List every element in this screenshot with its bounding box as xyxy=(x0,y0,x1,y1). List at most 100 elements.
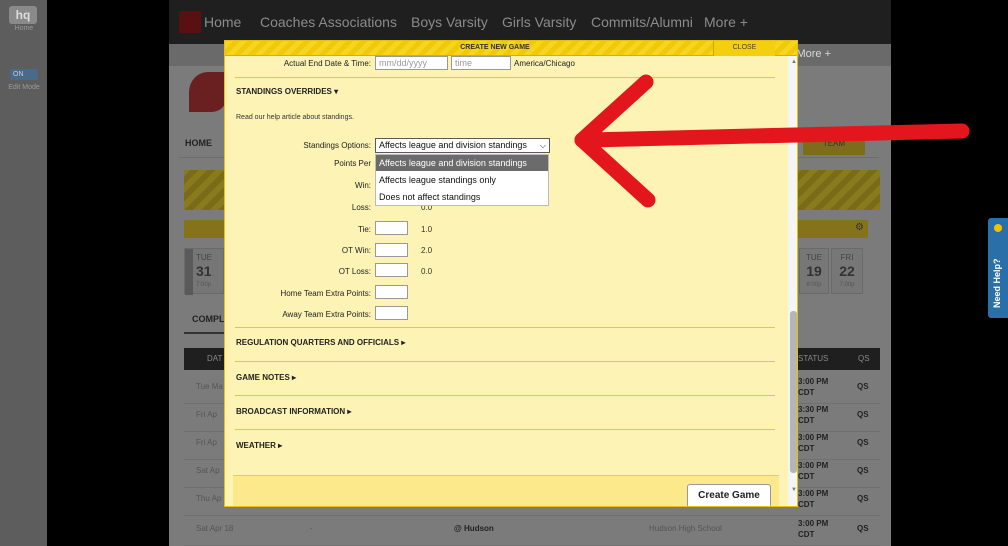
date-card-dow: FRI xyxy=(840,253,854,262)
row-dash: - xyxy=(310,524,313,533)
subnav-more[interactable]: More + xyxy=(796,48,831,60)
date-card-strip xyxy=(185,249,193,295)
row-qs[interactable]: QS xyxy=(857,382,869,391)
date-card[interactable]: TUE 19 8:00p xyxy=(799,248,829,294)
row-qs[interactable]: QS xyxy=(857,410,869,419)
nav-more[interactable]: More + xyxy=(704,14,748,30)
home-link[interactable]: HOME xyxy=(185,138,212,148)
admin-rail: hq Home ON Edit Mode xyxy=(0,0,47,546)
edit-mode-toggle[interactable]: ON xyxy=(10,69,38,80)
date-card-day: 19 xyxy=(806,263,822,279)
standings-options-select[interactable]: Affects league and division standings ⌵ xyxy=(375,138,550,153)
team-logo xyxy=(189,72,227,112)
table-row[interactable]: Sat Apr 18 - @ Hudson Hudson High School… xyxy=(184,512,880,546)
top-nav: Home Coaches Associations Boys Varsity G… xyxy=(169,0,891,44)
row-date: Thu Ap xyxy=(196,494,222,503)
date-card-day: 31 xyxy=(196,263,212,279)
tab-completed[interactable]: COMPL xyxy=(192,314,225,324)
ot-win-value: 2.0 xyxy=(421,246,433,255)
row-status: 3:00 PM CDT xyxy=(798,433,829,453)
hq-logo[interactable]: hq xyxy=(9,6,37,24)
row-qs[interactable]: QS xyxy=(857,494,869,503)
end-date-input[interactable]: mm/dd/yyyy xyxy=(375,56,448,70)
home-extra-label: Home Team Extra Points: xyxy=(280,289,371,298)
divider xyxy=(235,327,775,328)
nav-girls-varsity[interactable]: Girls Varsity xyxy=(502,14,576,30)
nav-home[interactable]: Home xyxy=(204,14,241,30)
modal-title: CREATE NEW GAME xyxy=(460,44,530,51)
nav-boys-varsity[interactable]: Boys Varsity xyxy=(411,14,488,30)
standings-options-dropdown: Affects league and division standings Af… xyxy=(375,154,549,206)
row-date: Tue Ma xyxy=(196,382,223,391)
ot-loss-input[interactable] xyxy=(375,263,408,277)
date-card-left[interactable]: TUE 31 7:00p xyxy=(184,248,224,295)
end-date-label: Actual End Date & Time: xyxy=(283,59,371,68)
col-status: STATUS xyxy=(798,354,829,363)
need-help-label: Need Help? xyxy=(992,258,1002,308)
row-qs[interactable]: QS xyxy=(857,438,869,447)
create-game-button[interactable]: Create Game xyxy=(687,484,771,506)
row-qs[interactable]: QS xyxy=(857,466,869,475)
ot-loss-label: OT Loss: xyxy=(338,267,371,276)
row-status: 3:00 PM CDT xyxy=(798,489,829,509)
row-date: Fri Ap xyxy=(196,410,217,419)
regulation-quarters-toggle[interactable]: REGULATION QUARTERS AND OFFICIALS ▸ xyxy=(236,338,405,347)
row-date: Fri Ap xyxy=(196,438,217,447)
standings-help-link[interactable]: Read our help article about standings. xyxy=(236,114,354,121)
close-button[interactable]: CLOSE xyxy=(713,41,775,56)
row-opponent[interactable]: @ Hudson xyxy=(454,524,494,533)
date-card-dow: TUE xyxy=(806,253,822,262)
need-help-tab[interactable]: Need Help? xyxy=(988,218,1008,318)
win-label: Win: xyxy=(355,181,371,190)
end-time-input[interactable]: time xyxy=(451,56,511,70)
away-extra-label: Away Team Extra Points: xyxy=(282,310,371,319)
date-card-time: 8:00p xyxy=(806,282,822,288)
hand-icon xyxy=(994,224,1002,232)
row-date: Sat Ap xyxy=(196,466,220,475)
modal-header: CREATE NEW GAME CLOSE xyxy=(225,41,797,56)
tie-input[interactable] xyxy=(375,221,408,235)
scroll-up-icon[interactable]: ▲ xyxy=(791,59,797,65)
points-per-label: Points Per xyxy=(334,159,371,168)
option-no-standings[interactable]: Does not affect standings xyxy=(376,189,548,205)
chevron-down-icon: ⌵ xyxy=(539,141,546,150)
row-status: 3:00 PM CDT xyxy=(798,461,829,481)
row-status: 3:00 PM CDT xyxy=(798,377,829,397)
row-location: Hudson High School xyxy=(649,524,722,533)
gear-icon[interactable]: ⚙ xyxy=(855,222,865,234)
option-league-division[interactable]: Affects league and division standings xyxy=(376,155,548,171)
weather-toggle[interactable]: WEATHER ▸ xyxy=(236,441,282,450)
col-date: DAT xyxy=(207,354,223,363)
timezone-label: America/Chicago xyxy=(514,59,575,68)
row-qs[interactable]: QS xyxy=(857,524,869,533)
date-card-time: 7:00p xyxy=(839,282,855,288)
row-date: Sat Apr 18 xyxy=(196,524,234,533)
standings-options-label: Standings Options: xyxy=(303,141,371,150)
broadcast-information-toggle[interactable]: BROADCAST INFORMATION ▸ xyxy=(236,407,351,416)
school-crest-icon xyxy=(179,11,201,33)
option-league-only[interactable]: Affects league standings only xyxy=(376,172,548,188)
ot-loss-value: 0.0 xyxy=(421,267,433,276)
row-status: 3:30 PM CDT xyxy=(798,405,829,425)
date-card[interactable]: FRI 22 7:00p xyxy=(831,248,863,294)
divider xyxy=(235,77,775,78)
row-status: 3:00 PM CDT xyxy=(798,519,829,539)
select-value: Affects league and division standings xyxy=(379,140,527,150)
home-extra-input[interactable] xyxy=(375,285,408,299)
hq-home-label: Home xyxy=(14,25,34,32)
nav-coaches-associations[interactable]: Coaches Associations xyxy=(260,14,397,30)
divider xyxy=(235,361,775,362)
away-extra-input[interactable] xyxy=(375,306,408,320)
ot-win-input[interactable] xyxy=(375,243,408,257)
ot-win-label: OT Win: xyxy=(341,246,371,255)
scroll-thumb[interactable] xyxy=(790,311,797,473)
scroll-down-icon[interactable]: ▼ xyxy=(791,487,797,493)
edit-mode-label: Edit Mode xyxy=(8,84,40,91)
standings-overrides-toggle[interactable]: STANDINGS OVERRIDES ▾ xyxy=(236,87,338,96)
team-button[interactable]: TEAM xyxy=(803,133,865,155)
game-notes-toggle[interactable]: GAME NOTES ▸ xyxy=(236,373,296,382)
tie-label: Tie: xyxy=(357,225,371,234)
date-card-day: 22 xyxy=(839,263,855,279)
divider xyxy=(235,429,775,430)
nav-commits-alumni[interactable]: Commits/Alumni xyxy=(591,14,693,30)
